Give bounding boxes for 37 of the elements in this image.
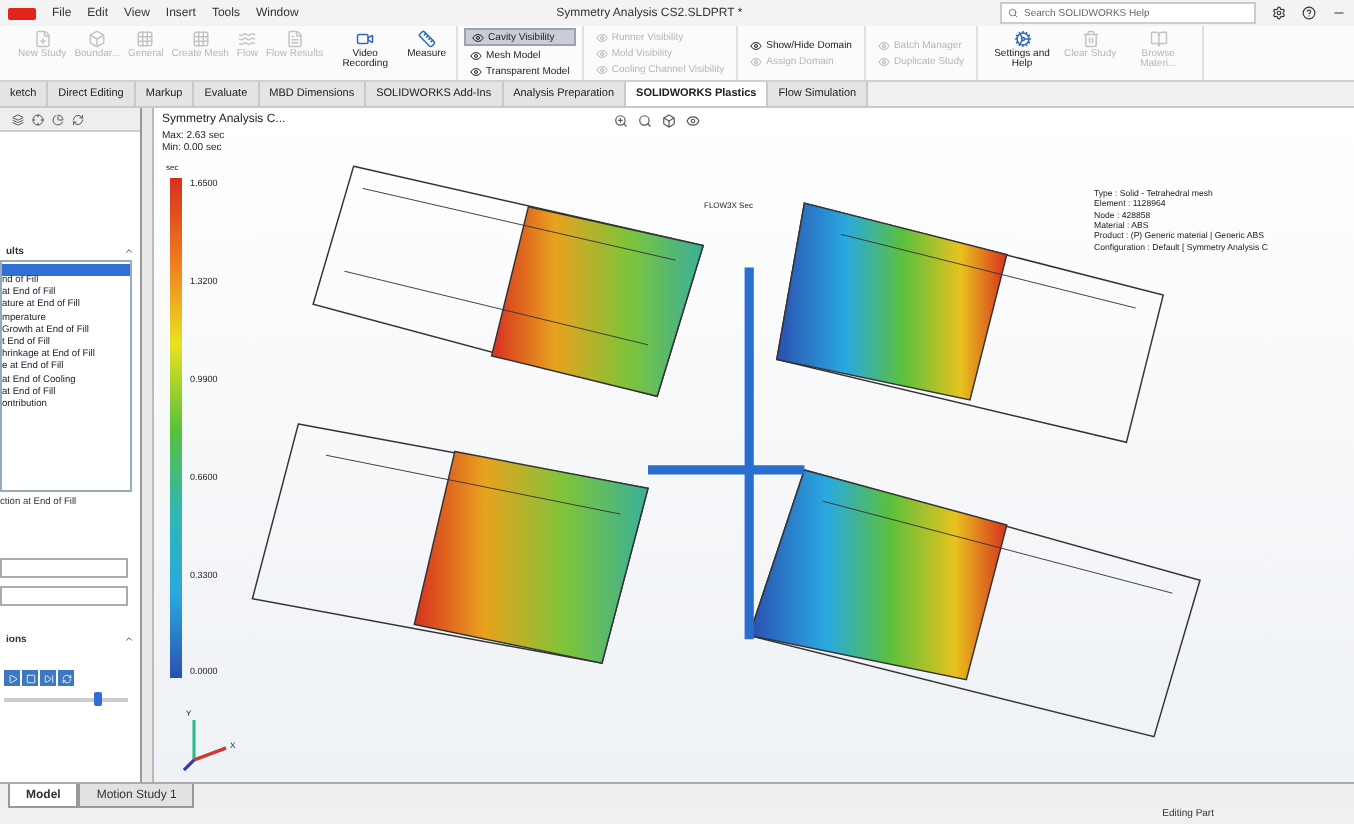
settings-icon[interactable]	[1272, 6, 1286, 20]
slider-thumb[interactable]	[93, 692, 101, 706]
logo-icon	[8, 7, 36, 19]
eye-icon	[877, 39, 890, 51]
eye-icon	[750, 39, 763, 51]
stop-button[interactable]	[22, 670, 38, 686]
zoom-icon[interactable]	[614, 114, 628, 128]
step-button[interactable]	[40, 670, 56, 686]
eye-icon	[750, 55, 763, 67]
cube-icon[interactable]	[662, 114, 676, 128]
scrollbar[interactable]	[142, 108, 154, 782]
eye-icon	[595, 47, 608, 59]
eye-icon	[595, 63, 608, 75]
help-icon[interactable]	[1302, 6, 1316, 20]
collapse-icon[interactable]	[124, 634, 134, 644]
search-icon[interactable]	[638, 114, 652, 128]
pie-icon[interactable]	[52, 113, 64, 125]
minimize-icon[interactable]	[1332, 6, 1346, 20]
search-icon	[1008, 8, 1018, 18]
refresh-icon[interactable]	[72, 113, 84, 125]
eye-icon	[472, 31, 485, 43]
play-button[interactable]	[4, 670, 20, 686]
video-camera-icon	[356, 30, 375, 48]
eye-icon[interactable]	[686, 114, 700, 128]
eye-icon	[595, 31, 608, 43]
ruler-icon	[417, 30, 436, 48]
eye-icon	[470, 49, 483, 61]
spin-field[interactable]	[0, 586, 128, 606]
loop-button[interactable]	[58, 670, 74, 686]
spin-field[interactable]	[0, 558, 128, 578]
eye-icon	[470, 65, 483, 77]
eye-icon	[877, 55, 890, 67]
tree-icon[interactable]	[12, 113, 24, 125]
collapse-icon[interactable]	[124, 246, 134, 256]
selected-row-highlight	[2, 264, 130, 276]
gear-icon	[1013, 30, 1031, 48]
crosshair-icon[interactable]	[32, 113, 44, 125]
